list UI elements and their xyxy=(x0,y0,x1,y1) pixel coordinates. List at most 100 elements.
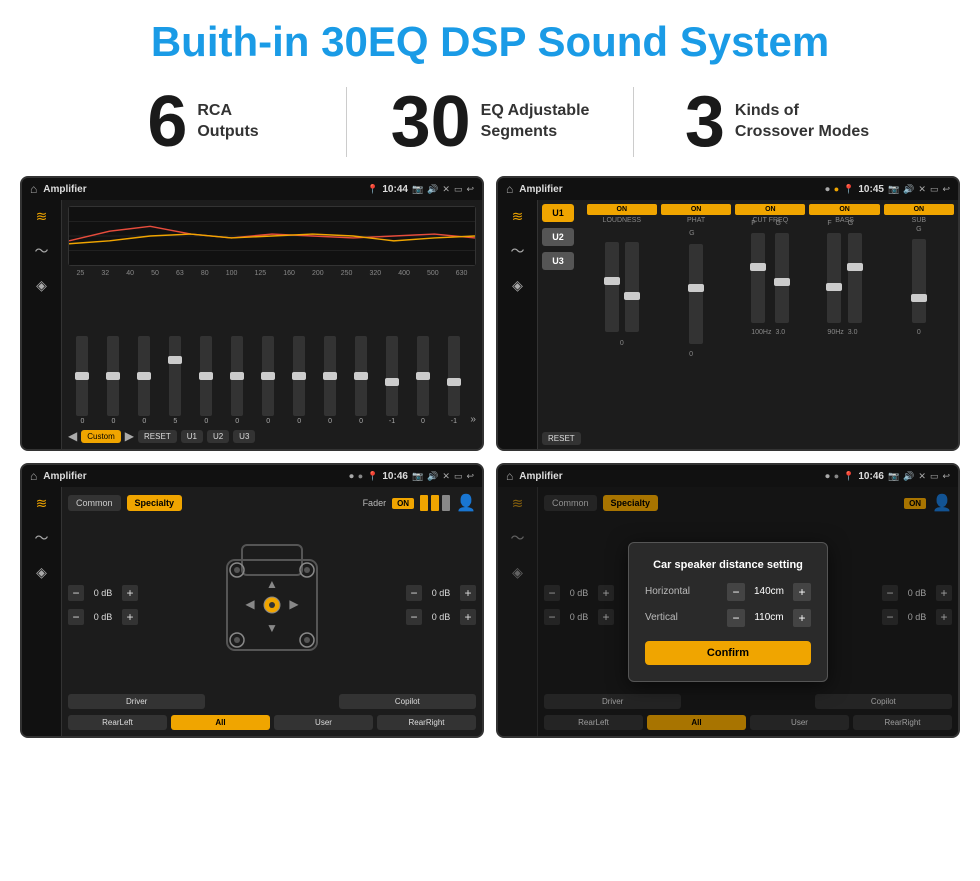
stat-rca: 6 RCAOutputs xyxy=(60,86,346,158)
user-btn[interactable]: User xyxy=(274,715,373,730)
amp-phat-channel: ON PHAT G 0 xyxy=(661,204,731,445)
dot-icon-4: ● xyxy=(834,471,839,481)
fl-db-value: 0 dB xyxy=(88,588,118,598)
window-icon-4: ▭ xyxy=(930,471,939,482)
home-icon-2[interactable]: ⌂ xyxy=(506,182,513,196)
vertical-minus-btn[interactable]: − xyxy=(727,609,745,627)
dialog-screen-content: ≋ 〜 ◈ Common Specialty ON 👤 −0 dB+ −0 dB… xyxy=(498,487,958,736)
stat-rca-label: RCAOutputs xyxy=(197,101,258,143)
back-icon-2[interactable]: ↩ xyxy=(942,184,950,195)
horizontal-minus-btn[interactable]: − xyxy=(727,583,745,601)
copilot-btn[interactable]: Copilot xyxy=(339,694,476,709)
home-icon-3[interactable]: ⌂ xyxy=(30,469,37,483)
vertical-plus-btn[interactable]: + xyxy=(793,609,811,627)
rearright-btn[interactable]: RearRight xyxy=(377,715,476,730)
home-icon-4[interactable]: ⌂ xyxy=(506,469,513,483)
fl-minus-btn[interactable]: − xyxy=(68,585,84,601)
eq-graph xyxy=(68,206,476,266)
phat-on-badge: ON xyxy=(661,204,731,215)
eq-sidebar-icon-1[interactable]: ≋ xyxy=(36,208,48,225)
camera-icon-3: 📷 xyxy=(412,471,423,482)
rr-minus-btn[interactable]: − xyxy=(406,609,422,625)
loudness-slider-l[interactable] xyxy=(605,242,619,332)
settings-icon-3[interactable]: 👤 xyxy=(456,493,476,513)
amp-u2-btn[interactable]: U2 xyxy=(542,228,574,246)
close-icon-1: ✕ xyxy=(442,184,450,195)
svg-text:▶: ▶ xyxy=(289,597,299,611)
status-bar-1: ⌂ Amplifier 📍 10:44 📷 🔊 ✕ ▭ ↩ xyxy=(22,178,482,200)
eq-slider-7: 0 xyxy=(285,336,314,425)
common-sidebar-icon-2[interactable]: 〜 xyxy=(35,528,49,548)
eq-slider-9: 0 xyxy=(347,336,376,425)
fl-plus-btn[interactable]: + xyxy=(122,585,138,601)
rr-plus-btn[interactable]: + xyxy=(460,609,476,625)
amp-main: U1 U2 U3 RESET ON LOUDNESS xyxy=(538,200,958,449)
eq-prev[interactable]: ◀ xyxy=(68,429,77,443)
amplifier-title-3: Amplifier xyxy=(43,471,343,482)
common-sidebar-icon-1[interactable]: ≋ xyxy=(36,495,48,512)
eq-custom-btn[interactable]: Custom xyxy=(81,430,121,443)
back-icon-1[interactable]: ↩ xyxy=(466,184,474,195)
bottom-buttons-3: Driver Copilot xyxy=(68,694,476,709)
amp-sidebar-icon-1[interactable]: ≋ xyxy=(512,208,524,225)
dialog-vertical-label: Vertical xyxy=(645,612,678,623)
eq-u1-btn[interactable]: U1 xyxy=(181,430,203,443)
eq-bottom-controls: ◀ Custom ▶ RESET U1 U2 U3 xyxy=(68,429,476,443)
all-btn[interactable]: All xyxy=(171,715,270,730)
eq-u2-btn[interactable]: U2 xyxy=(207,430,229,443)
amp-u3-btn[interactable]: U3 xyxy=(542,252,574,270)
home-icon-1[interactable]: ⌂ xyxy=(30,182,37,196)
loudness-on-badge: ON xyxy=(587,204,657,215)
amp-sidebar-icon-3[interactable]: ◈ xyxy=(512,277,523,294)
eq-slider-0: 0 xyxy=(68,336,97,425)
rl-plus-btn[interactable]: + xyxy=(122,609,138,625)
distance-dialog: Car speaker distance setting Horizontal … xyxy=(628,542,828,682)
amp-u1-btn[interactable]: U1 xyxy=(542,204,574,222)
rl-minus-btn[interactable]: − xyxy=(68,609,84,625)
eq-sidebar-icon-2[interactable]: 〜 xyxy=(35,241,49,261)
dot-icon-3: ● xyxy=(358,471,363,481)
eq-screen-content: ≋ 〜 ◈ xyxy=(22,200,482,449)
bass-slider-g[interactable] xyxy=(848,233,862,323)
fr-db-value: 0 dB xyxy=(426,588,456,598)
status-icons-4: ⏺ ● 📍 10:46 📷 🔊 ✕ ▭ ↩ xyxy=(825,471,950,482)
horizontal-plus-btn[interactable]: + xyxy=(793,583,811,601)
tab-specialty[interactable]: Specialty xyxy=(127,495,183,511)
time-1: 10:44 xyxy=(382,184,408,195)
location-icon-1: 📍 xyxy=(367,184,378,195)
window-icon-3: ▭ xyxy=(454,471,463,482)
eq-sidebar-icon-3[interactable]: ◈ xyxy=(36,277,47,294)
sub-slider[interactable] xyxy=(912,239,926,323)
back-icon-4[interactable]: ↩ xyxy=(942,471,950,482)
amp-reset-btn[interactable]: RESET xyxy=(542,432,581,445)
common-tabs: Common Specialty Fader ON 👤 xyxy=(68,493,476,513)
cutfreq-slider-f[interactable] xyxy=(751,233,765,323)
fr-plus-btn[interactable]: + xyxy=(460,585,476,601)
driver-btn[interactable]: Driver xyxy=(68,694,205,709)
db-row-rr: − 0 dB + xyxy=(406,609,476,625)
common-sidebar-icon-3[interactable]: ◈ xyxy=(36,564,47,581)
eq-u3-btn[interactable]: U3 xyxy=(233,430,255,443)
eq-sidebar: ≋ 〜 ◈ xyxy=(22,200,62,449)
confirm-button[interactable]: Confirm xyxy=(645,641,811,665)
fr-minus-btn[interactable]: − xyxy=(406,585,422,601)
status-bar-3: ⌂ Amplifier ⏺ ● 📍 10:46 📷 🔊 ✕ ▭ ↩ xyxy=(22,465,482,487)
loudness-slider-r[interactable] xyxy=(625,242,639,332)
bottom-buttons-3b: RearLeft All User RearRight xyxy=(68,715,476,730)
eq-next[interactable]: ▶ xyxy=(125,429,134,443)
amplifier-title-2: Amplifier xyxy=(519,184,819,195)
bass-slider-f[interactable] xyxy=(827,233,841,323)
back-icon-3[interactable]: ↩ xyxy=(466,471,474,482)
amp-sidebar-icon-2[interactable]: 〜 xyxy=(511,241,525,261)
rearleft-btn[interactable]: RearLeft xyxy=(68,715,167,730)
eq-reset-btn[interactable]: RESET xyxy=(138,430,177,443)
amp-loudness-channel: ON LOUDNESS 0 xyxy=(587,204,657,445)
phat-slider[interactable] xyxy=(689,244,703,344)
close-icon-2: ✕ xyxy=(918,184,926,195)
cutfreq-slider-g[interactable] xyxy=(775,233,789,323)
record-icon-4: ⏺ xyxy=(825,471,830,482)
tab-common[interactable]: Common xyxy=(68,495,121,511)
car-svg: ▲ ▼ ◀ ▶ xyxy=(217,540,327,670)
close-icon-4: ✕ xyxy=(918,471,926,482)
eq-slider-1: 0 xyxy=(99,336,128,425)
